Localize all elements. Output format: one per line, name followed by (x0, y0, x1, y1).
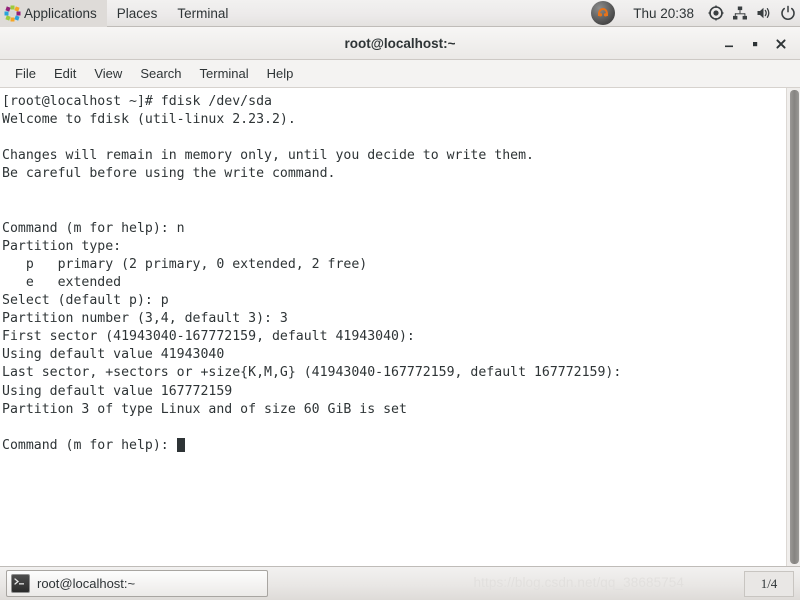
terminal-icon (11, 574, 30, 593)
applications-menu[interactable]: Applications (0, 0, 107, 27)
terminal-output[interactable]: [root@localhost ~]# fdisk /dev/sda Welcom… (0, 88, 786, 566)
maximize-button[interactable] (742, 31, 768, 57)
terminal-line: Partition 3 of type Linux and of size 60… (2, 401, 407, 417)
terminal-line: Select (default p): p (2, 293, 169, 309)
applications-menu-label: Applications (24, 5, 97, 21)
terminal-line: Partition type: (2, 238, 122, 254)
terminal-line: Command (m for help): n (2, 220, 185, 236)
terminal-line: First sector (41943040-167772159, defaul… (2, 329, 415, 345)
menu-help[interactable]: Help (258, 62, 303, 86)
terminal-line: p primary (2 primary, 0 extended, 2 free… (2, 256, 368, 272)
menu-file[interactable]: File (6, 62, 45, 86)
terminal-line: Using default value 41943040 (2, 347, 225, 363)
menu-edit[interactable]: Edit (45, 62, 85, 86)
accessibility-icon[interactable] (704, 0, 728, 27)
terminal-window: root@localhost:~ File Edit View Search T… (0, 27, 800, 566)
top-panel: Applications Places Terminal Thu 20:38 (0, 0, 800, 27)
terminal-menu[interactable]: Terminal (167, 0, 238, 27)
menu-terminal-label: Terminal (199, 66, 249, 81)
menu-view-label: View (94, 66, 123, 81)
terminal-line: Changes will remain in memory only, unti… (2, 148, 534, 164)
terminal-menu-label: Terminal (177, 5, 229, 21)
workspace-indicator: 1/4 (760, 575, 778, 591)
window-titlebar[interactable]: root@localhost:~ (0, 27, 800, 60)
close-button[interactable] (768, 31, 794, 57)
places-menu-label: Places (116, 5, 158, 21)
menu-search[interactable]: Search (131, 62, 190, 86)
terminal-line: Last sector, +sectors or +size{K,M,G} (4… (2, 365, 622, 381)
bottom-panel: root@localhost:~ https://blog.csdn.net/q… (0, 566, 800, 600)
terminal-scrollbar[interactable] (786, 88, 800, 566)
places-menu[interactable]: Places (107, 0, 168, 27)
menu-bar: File Edit View Search Terminal Help (0, 60, 800, 88)
terminal-line: Command (m for help): (2, 437, 786, 455)
terminal-line: [root@localhost ~]# fdisk /dev/sda (2, 94, 272, 109)
menu-view[interactable]: View (85, 62, 131, 86)
terminal-area[interactable]: [root@localhost ~]# fdisk /dev/sda Welcom… (0, 88, 800, 566)
terminal-line: Partition number (3,4, default 3): 3 (2, 311, 288, 327)
terminal-line: e extended (2, 274, 122, 290)
terminal-line: Using default value 167772159 (2, 383, 233, 399)
menu-search-label: Search (140, 66, 182, 81)
volume-icon[interactable] (752, 0, 776, 27)
clock[interactable]: Thu 20:38 (623, 0, 704, 27)
menu-edit-label: Edit (53, 66, 77, 81)
window-controls (716, 27, 794, 60)
power-icon[interactable] (776, 0, 800, 27)
window-title: root@localhost:~ (344, 35, 456, 51)
terminal-cursor (176, 437, 185, 452)
scrollbar-thumb[interactable] (790, 90, 799, 564)
workspace-switcher[interactable]: 1/4 (744, 570, 794, 597)
clock-label: Thu 20:38 (633, 5, 694, 21)
menu-terminal[interactable]: Terminal (191, 62, 258, 86)
menu-help-label: Help (266, 66, 294, 81)
terminal-line: Be careful before using the write comman… (2, 166, 336, 182)
virtualbox-guest-icon[interactable] (591, 1, 616, 25)
menu-file-label: File (15, 66, 36, 81)
taskbar-item-terminal[interactable]: root@localhost:~ (6, 570, 268, 597)
taskbar-item-label: root@localhost:~ (37, 576, 136, 591)
watermark: https://blog.csdn.net/qq_38685754 (473, 574, 684, 590)
bottom-panel-spacer: https://blog.csdn.net/qq_38685754 (268, 567, 744, 600)
minimize-button[interactable] (716, 31, 742, 57)
terminal-line: Welcome to fdisk (util-linux 2.23.2). (2, 112, 296, 128)
network-icon[interactable] (728, 0, 752, 27)
pinwheel-icon (4, 5, 21, 22)
